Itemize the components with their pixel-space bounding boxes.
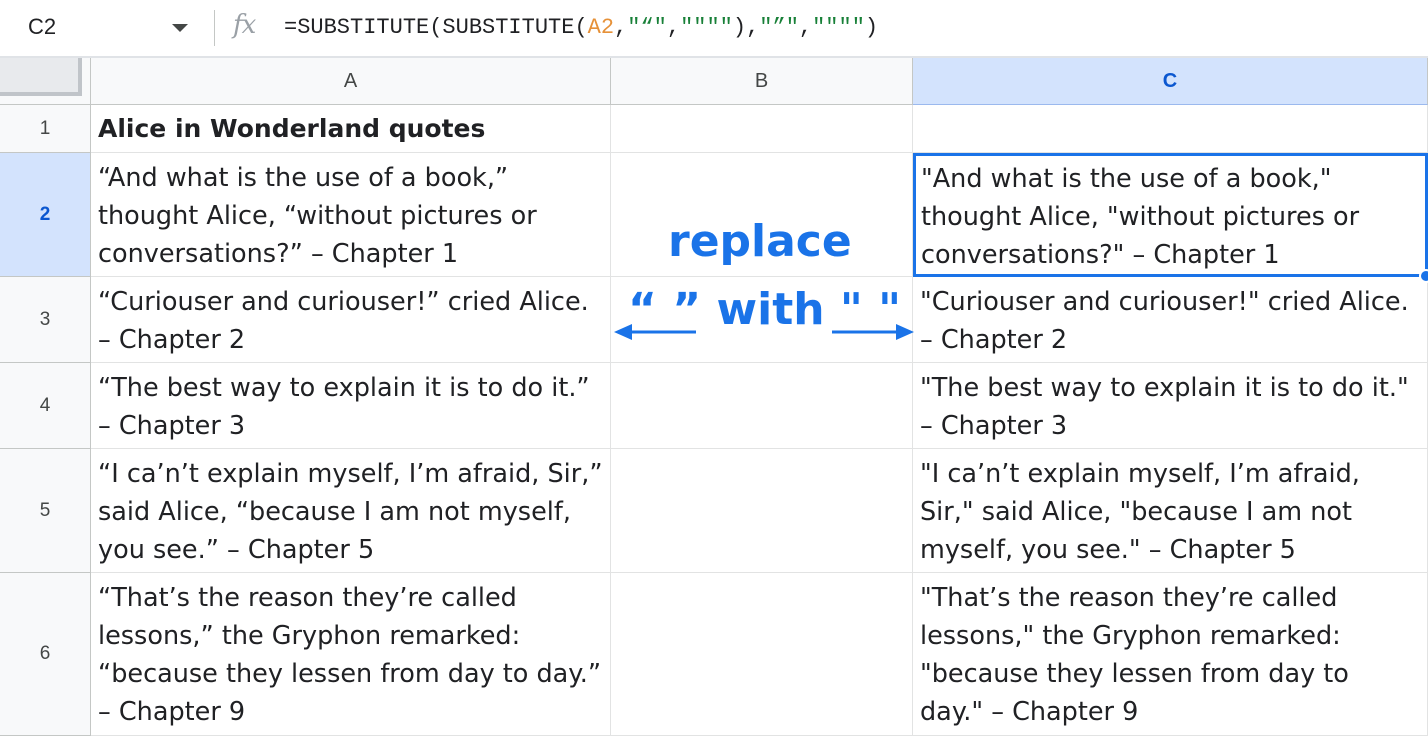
fill-handle[interactable] xyxy=(1419,269,1428,283)
formula-sep: , xyxy=(614,15,628,40)
select-all-corner[interactable] xyxy=(0,58,91,105)
cell-b1[interactable] xyxy=(611,105,913,153)
cell-c2[interactable]: "And what is the use of a book," thought… xyxy=(913,153,1428,277)
formula-input[interactable]: =SUBSTITUTE(SUBSTITUTE(A2,"“",""""),"”",… xyxy=(284,15,878,40)
cell-b5[interactable] xyxy=(611,449,913,573)
row-header-4[interactable]: 4 xyxy=(0,363,91,449)
left-arrow-icon xyxy=(614,324,696,340)
cell-a2[interactable]: “And what is the use of a book,” thought… xyxy=(91,153,611,277)
cell-c3[interactable]: "Curiouser and curiouser!" cried Alice. … xyxy=(913,277,1428,363)
fx-icon: fx xyxy=(233,10,256,40)
cell-a1[interactable]: Alice in Wonderland quotes xyxy=(91,105,611,153)
formula-suffix: ) xyxy=(864,15,879,40)
row-header-6[interactable]: 6 xyxy=(0,573,91,736)
column-header-c[interactable]: C xyxy=(913,58,1428,105)
name-box-value: C2 xyxy=(28,14,57,39)
row-header-5[interactable]: 5 xyxy=(0,449,91,573)
annotation-replace-label: replace xyxy=(668,216,852,267)
name-box[interactable]: C2 xyxy=(0,0,200,56)
column-header-a[interactable]: A xyxy=(91,58,611,105)
right-arrow-icon xyxy=(832,324,914,340)
row-header-2[interactable]: 2 xyxy=(0,153,91,277)
dropdown-caret-icon[interactable] xyxy=(172,24,188,32)
formula-ref: A2 xyxy=(587,15,615,40)
cell-a4[interactable]: “The best way to explain it is to do it.… xyxy=(91,363,611,449)
formula-mid: ), xyxy=(732,15,760,40)
column-header-b[interactable]: B xyxy=(611,58,913,105)
formula-string: "”" xyxy=(759,15,799,40)
cell-c5[interactable]: "I ca’n’t explain myself, I’m afraid, Si… xyxy=(913,449,1428,573)
formula-prefix: =SUBSTITUTE(SUBSTITUTE( xyxy=(284,15,588,40)
corner-freeze-handle[interactable] xyxy=(0,58,82,96)
formula-string: "“" xyxy=(627,15,667,40)
row-header-1[interactable]: 1 xyxy=(0,105,91,153)
cell-a3[interactable]: “Curiouser and curiouser!” cried Alice. … xyxy=(91,277,611,363)
cell-a6[interactable]: “That’s the reason they’re called lesson… xyxy=(91,573,611,736)
formula-sep: , xyxy=(798,15,813,40)
row-header-3[interactable]: 3 xyxy=(0,277,91,363)
formula-bar-divider xyxy=(214,10,215,46)
cell-a5[interactable]: “I ca’n’t explain myself, I’m afraid, Si… xyxy=(91,449,611,573)
cell-c1[interactable] xyxy=(913,105,1428,153)
formula-string: """" xyxy=(680,15,733,40)
formula-string: """" xyxy=(812,15,865,40)
cell-b6[interactable] xyxy=(611,573,913,736)
cell-b4[interactable] xyxy=(611,363,913,449)
cell-c4[interactable]: "The best way to explain it is to do it.… xyxy=(913,363,1428,449)
cell-c6[interactable]: "That’s the reason they’re called lesson… xyxy=(913,573,1428,736)
formula-sep: , xyxy=(666,15,681,40)
formula-bar: C2 fx =SUBSTITUTE(SUBSTITUTE(A2,"“",""""… xyxy=(0,0,1428,56)
